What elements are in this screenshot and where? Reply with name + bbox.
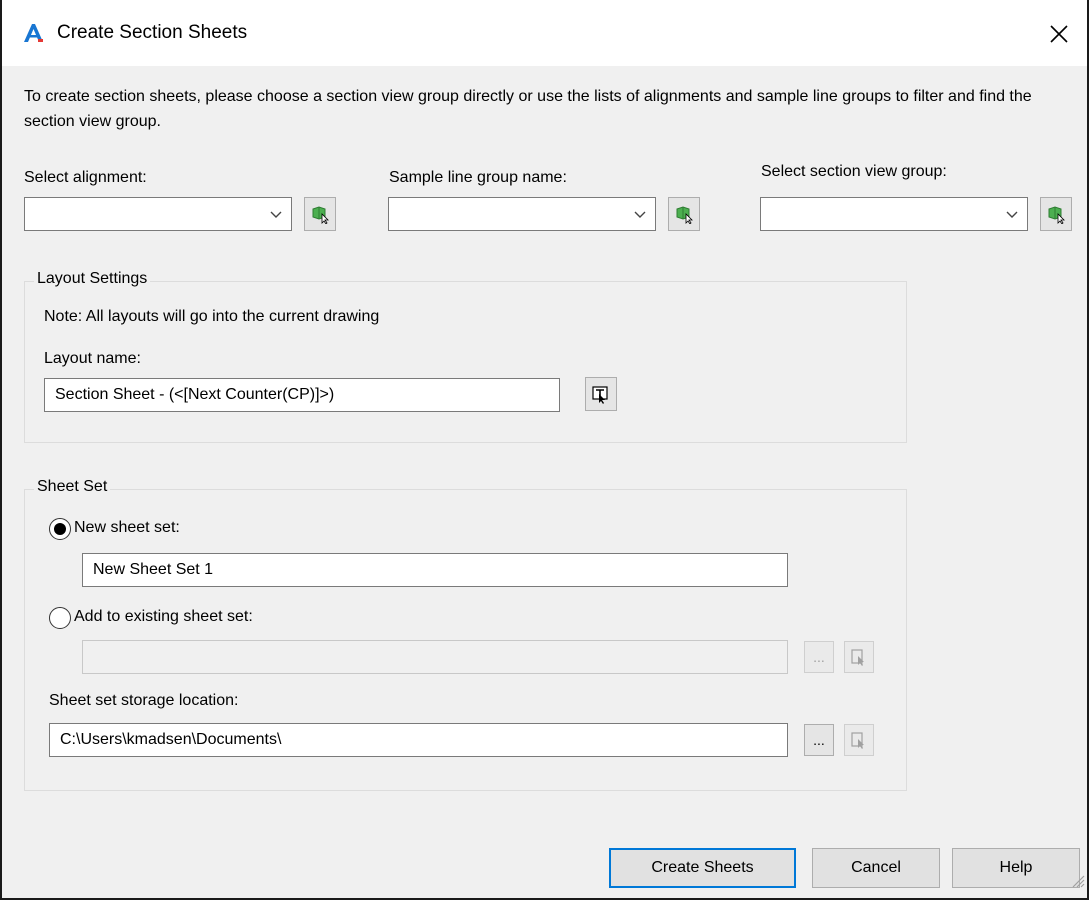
resize-grip-icon[interactable] xyxy=(1069,872,1085,888)
intro-text: To create section sheets, please choose … xyxy=(24,88,1032,130)
existing-sheet-set-input[interactable] xyxy=(82,640,788,674)
layout-note: Note: All layouts will go into the curre… xyxy=(44,308,380,325)
create-section-sheets-dialog: Create Section Sheets To create section … xyxy=(0,0,1089,900)
storage-location-label: Sheet set storage location: xyxy=(49,692,239,709)
title-bar: Create Section Sheets xyxy=(2,0,1087,66)
layout-name-label: Layout name: xyxy=(44,350,141,367)
sample-line-label: Sample line group name: xyxy=(389,169,567,186)
existing-sheet-set-radio[interactable] xyxy=(49,607,71,629)
browse-storage-button[interactable]: ... xyxy=(804,724,834,756)
pick-alignment-button[interactable] xyxy=(304,197,336,231)
pick-storage-button[interactable] xyxy=(844,724,874,756)
chevron-down-icon xyxy=(634,211,646,218)
alignment-combo[interactable] xyxy=(24,197,292,231)
pick-sample-line-button[interactable] xyxy=(668,197,700,231)
create-sheets-button[interactable]: Create Sheets xyxy=(609,848,796,888)
pick-from-drawing-icon xyxy=(676,206,693,224)
layout-settings-group xyxy=(24,281,907,443)
pick-from-drawing-icon xyxy=(312,206,329,224)
window-title: Create Section Sheets xyxy=(57,22,248,43)
section-view-label: Select section view group: xyxy=(761,163,947,180)
chevron-down-icon xyxy=(270,211,282,218)
close-icon xyxy=(1050,25,1068,43)
chevron-down-icon xyxy=(1006,211,1018,218)
new-sheet-set-radio[interactable] xyxy=(49,518,71,540)
name-template-icon xyxy=(592,386,608,404)
sheet-set-title: Sheet Set xyxy=(34,478,111,496)
alignment-label: Select alignment: xyxy=(24,169,147,186)
cancel-button[interactable]: Cancel xyxy=(812,848,940,888)
layout-settings-title: Layout Settings xyxy=(34,270,151,288)
folder-pick-icon xyxy=(851,732,864,749)
section-view-combo[interactable] xyxy=(760,197,1028,231)
pick-from-drawing-icon xyxy=(1048,206,1065,224)
pick-existing-button[interactable] xyxy=(844,641,874,673)
autocad-logo-icon xyxy=(24,24,43,42)
new-sheet-set-label: New sheet set: xyxy=(74,519,180,536)
help-button[interactable]: Help xyxy=(952,848,1080,888)
layout-name-input[interactable]: Section Sheet - (<[Next Counter(CP)]>) xyxy=(44,378,560,412)
folder-pick-icon xyxy=(851,649,864,666)
storage-location-input[interactable]: C:\Users\kmadsen\Documents\ xyxy=(49,723,788,757)
browse-existing-button[interactable]: ... xyxy=(804,641,834,673)
new-sheet-set-input[interactable]: New Sheet Set 1 xyxy=(82,553,788,587)
sample-line-combo[interactable] xyxy=(388,197,656,231)
close-button[interactable] xyxy=(1039,14,1079,54)
pick-section-view-button[interactable] xyxy=(1040,197,1072,231)
edit-name-format-button[interactable] xyxy=(585,377,617,411)
existing-sheet-set-label: Add to existing sheet set: xyxy=(74,608,253,625)
background-strip xyxy=(0,900,1089,910)
